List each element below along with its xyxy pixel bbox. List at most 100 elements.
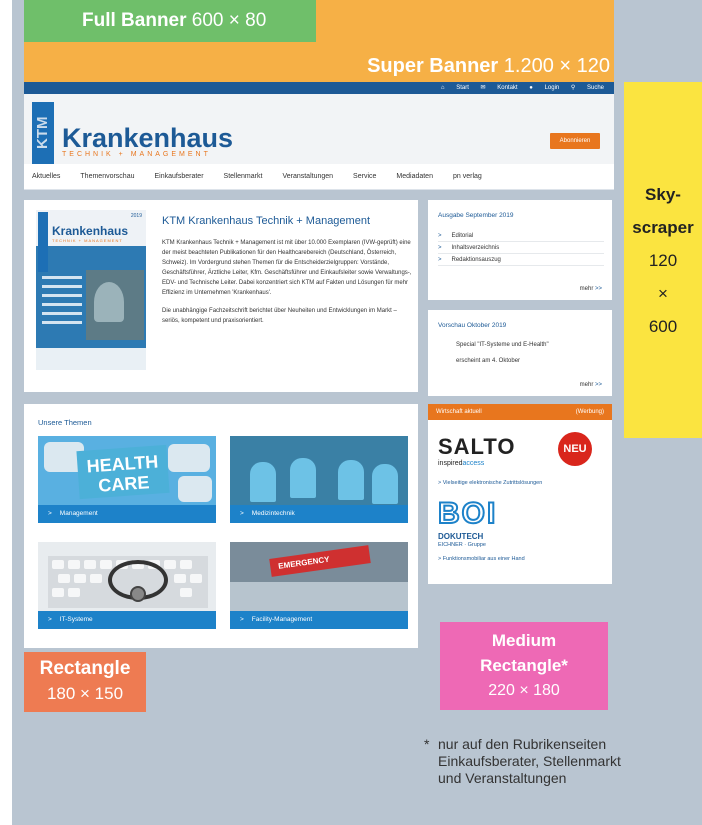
themes-title: Unsere Themen <box>38 418 92 427</box>
main-nav: Aktuelles Themenvorschau Einkaufsberater… <box>24 164 614 190</box>
surgeon-figure <box>338 460 364 500</box>
topbar-search-link[interactable]: ⚲ Suche <box>571 85 604 91</box>
issue-card: Ausgabe September 2019 > Editorial > Inhal… <box>428 200 612 300</box>
ads-header-title: Wirtschaft aktuell <box>436 409 482 415</box>
theme-tile-facility-management[interactable]: EMERGENCY > Facility-Management <box>230 542 408 629</box>
new-badge: NEU <box>558 432 592 466</box>
ads-header: Wirtschaft aktuell (Werbung) <box>428 404 612 420</box>
skyscraper-title-2: scraper <box>632 218 694 237</box>
magazine-cover-image[interactable]: Krankenhaus TECHNIK + MANAGEMENT 2019 <box>36 210 146 370</box>
salto-tagline-b: access <box>462 460 485 467</box>
issue-title: Ausgabe September 2019 <box>438 212 514 219</box>
subscribe-button[interactable]: Abonnieren <box>550 133 600 149</box>
theme-tile-caption: > Management <box>38 505 216 523</box>
nav-veranstaltungen[interactable]: Veranstaltungen <box>282 173 333 180</box>
topbar-login-label: Login <box>544 85 560 91</box>
double-chevron-icon: >> <box>594 286 602 292</box>
stethoscope-chestpiece <box>130 586 146 602</box>
salto-ad-link[interactable]: > Vielseitige elektronische Zutrittslösu… <box>438 480 542 486</box>
footnote: * nur auf den Rubrikenseiten Einkaufsber… <box>424 736 694 787</box>
skyscraper-placeholder: Sky- scraper 120 × 600 <box>624 82 702 438</box>
cover-title: Krankenhaus <box>52 224 129 238</box>
issue-list: > Editorial > Inhaltsverzeichnis > Redaktio… <box>438 230 604 266</box>
preview-special: Special "IT-Systeme und E-Health" <box>456 342 549 348</box>
chevron-right-icon: > <box>48 510 52 517</box>
theme-tile-caption: > IT-Systeme <box>38 611 216 629</box>
nav-einkaufsberater[interactable]: Einkaufsberater <box>155 173 204 180</box>
theme-tile-management[interactable]: HEALTH CARE > Management <box>38 436 216 523</box>
theme-tile-label: Management <box>59 510 98 517</box>
business-ads-card: Wirtschaft aktuell (Werbung) SALTO inspi… <box>428 404 612 584</box>
topbar-kontakt-link[interactable]: ✉ Kontakt <box>481 85 518 91</box>
skyscraper-title-1: Sky- <box>645 185 681 204</box>
surgeon-figure <box>290 458 316 498</box>
ads-header-label: (Werbung) <box>575 409 604 415</box>
logo-title[interactable]: Krankenhaus <box>62 124 233 152</box>
chevron-right-icon: > <box>438 245 442 251</box>
issue-item-editorial[interactable]: > Editorial <box>438 230 604 242</box>
boi-ad-link[interactable]: > Funktionsmobiliar aus einer Hand <box>438 556 525 562</box>
skyscraper-times: × <box>658 284 668 303</box>
topbar-start-link[interactable]: ⌂ Start <box>441 85 469 91</box>
nav-pn-verlag[interactable]: pn verlag <box>453 173 482 180</box>
theme-tile-label: Facility-Management <box>251 616 313 623</box>
surgeon-figure <box>372 464 398 504</box>
double-chevron-icon: >> <box>594 382 602 388</box>
issue-item-label: Inhaltsverzeichnis <box>451 245 500 251</box>
theme-tile-caption: > Facility-Management <box>230 611 408 629</box>
issue-item-excerpt[interactable]: > Redaktionsauszug <box>438 254 604 266</box>
themes-card: Unsere Themen HEALTH CARE > Management > M… <box>24 404 418 648</box>
salto-tagline: inspiredaccess <box>438 460 484 467</box>
skyscraper-height: 600 <box>648 317 678 336</box>
intro-paragraph-1: KTM Krankenhaus Technik + Management ist… <box>162 240 412 296</box>
chevron-right-icon: > <box>438 233 442 239</box>
cover-year: 2019 <box>130 213 142 219</box>
super-banner-label: Super Banner 1.200 × 120 <box>367 55 610 78</box>
rectangle-size: 180 × 150 <box>46 684 124 703</box>
theme-tile-label: Medizintechnik <box>251 510 295 517</box>
medium-rectangle-title-2: Rectangle* <box>480 656 568 675</box>
medium-rectangle-title-1: Medium <box>491 631 557 650</box>
issue-more-label: mehr <box>579 286 594 292</box>
health-care-puzzle-image: HEALTH CARE <box>76 444 170 500</box>
full-banner-size: 600 × 80 <box>191 10 267 31</box>
medium-rectangle-size: 220 × 180 <box>488 682 560 699</box>
preview-more-link[interactable]: mehr >> <box>580 382 602 388</box>
issue-item-contents[interactable]: > Inhaltsverzeichnis <box>438 242 604 254</box>
chevron-right-icon: > <box>240 510 244 517</box>
footnote-line-2: Einkaufsberater, Stellenmarkt <box>438 753 621 769</box>
footnote-line-1: nur auf den Rubrikenseiten <box>438 736 607 752</box>
nav-themenvorschau[interactable]: Themenvorschau <box>80 173 134 180</box>
intro-text: KTM Krankenhaus Technik + Management ist… <box>162 238 412 334</box>
theme-tile-it-systeme[interactable]: > IT-Systeme <box>38 542 216 629</box>
cover-footer <box>36 348 146 370</box>
salto-tagline-a: inspired <box>438 460 463 467</box>
issue-more-link[interactable]: mehr >> <box>580 286 602 292</box>
chevron-right-icon: > <box>240 616 244 623</box>
preview-more-label: mehr <box>579 382 594 388</box>
puzzle-piece <box>168 444 210 472</box>
nav-service[interactable]: Service <box>353 173 376 180</box>
surgeon-figure <box>250 462 276 502</box>
top-utility-bar: ⌂ Start ✉ Kontakt ● Login ⚲ Suche <box>24 82 614 94</box>
issue-item-label: Editorial <box>451 233 474 239</box>
nav-aktuelles[interactable]: Aktuelles <box>32 173 60 180</box>
cover-photo-figure <box>94 282 124 322</box>
boi-group-label: EICHNER · Gruppe <box>438 542 486 548</box>
chevron-right-icon: > <box>438 257 442 263</box>
full-banner-title: Full Banner <box>82 10 187 31</box>
topbar-login-link[interactable]: ● Login <box>529 85 559 91</box>
topbar-kontakt-label: Kontakt <box>497 85 518 91</box>
theme-tile-caption: > Medizintechnik <box>230 505 408 523</box>
puzzle-piece <box>178 476 212 502</box>
full-banner-placeholder: Full Banner 600 × 80 <box>24 0 316 42</box>
nav-mediadaten[interactable]: Mediadaten <box>396 173 433 180</box>
boi-logo[interactable]: BOI <box>437 497 497 531</box>
preview-date: erscheint am 4. Oktober <box>456 358 521 364</box>
nav-stellenmarkt[interactable]: Stellenmarkt <box>224 173 263 180</box>
salto-logo[interactable]: SALTO <box>438 434 516 460</box>
logo-ktm-vertical[interactable]: KTM <box>32 102 54 164</box>
theme-tile-medizintechnik[interactable]: > Medizintechnik <box>230 436 408 523</box>
emergency-sign-image: EMERGENCY <box>269 545 371 577</box>
issue-item-label: Redaktionsauszug <box>451 257 501 263</box>
